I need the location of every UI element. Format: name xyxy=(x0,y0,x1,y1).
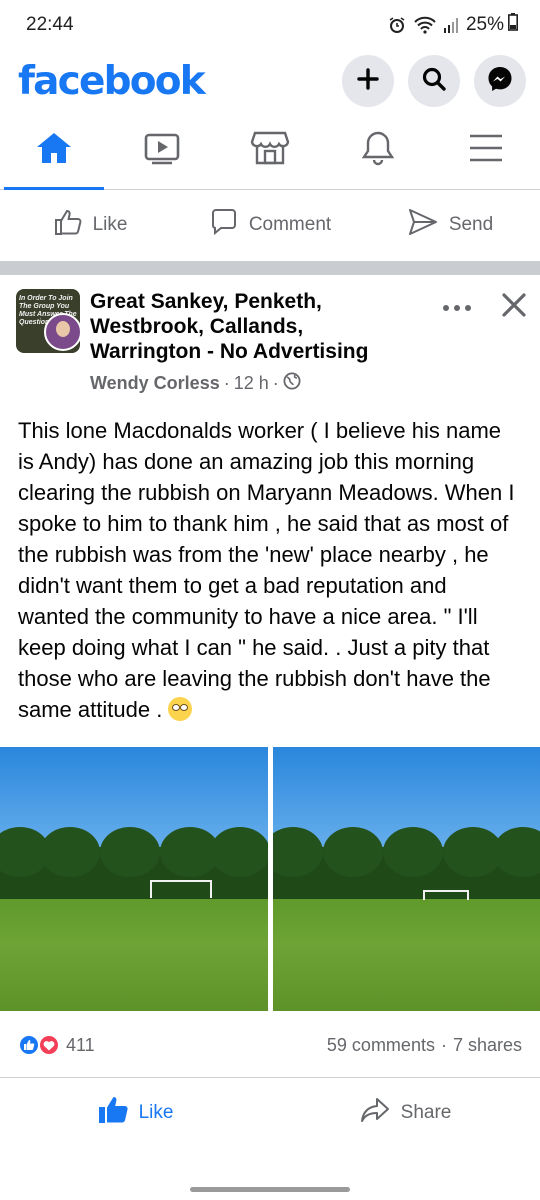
like-reaction-icon xyxy=(18,1034,40,1056)
marketplace-icon xyxy=(250,129,290,172)
tree-line xyxy=(0,827,268,907)
group-avatar[interactable]: In Order To Join The Group You Must Answ… xyxy=(16,289,80,353)
share-icon xyxy=(359,1096,391,1130)
globe-icon xyxy=(283,372,301,395)
thumbs-up-icon xyxy=(53,207,83,243)
messenger-button[interactable] xyxy=(474,55,526,107)
post-time[interactable]: 12 h xyxy=(234,373,269,394)
search-icon xyxy=(421,66,447,97)
app-header: facebook xyxy=(0,50,540,112)
rolling-eyes-emoji-icon xyxy=(168,697,193,721)
love-reaction-icon xyxy=(38,1034,60,1056)
send-icon xyxy=(407,207,439,243)
close-icon[interactable] xyxy=(502,293,526,322)
post-photo[interactable] xyxy=(0,747,268,1011)
author-name[interactable]: Wendy Corless xyxy=(90,373,220,394)
add-icon xyxy=(356,67,380,96)
prev-send-button[interactable]: Send xyxy=(360,207,540,243)
facebook-logo[interactable]: facebook xyxy=(18,59,342,104)
meta-separator: · xyxy=(223,373,230,393)
menu-icon xyxy=(468,133,504,168)
like-label: Like xyxy=(138,1101,174,1123)
watch-icon xyxy=(142,130,182,171)
home-indicator[interactable] xyxy=(190,1187,350,1192)
share-label: Share xyxy=(400,1101,452,1123)
tree-line xyxy=(272,827,540,907)
share-count[interactable]: 7 shares xyxy=(453,1035,522,1056)
nav-tabs xyxy=(0,112,540,190)
prev-comment-button[interactable]: Comment xyxy=(180,207,360,243)
post-card: In Order To Join The Group You Must Answ… xyxy=(0,275,540,1147)
meta-separator: · xyxy=(272,373,279,393)
wifi-icon xyxy=(414,16,436,34)
home-icon xyxy=(34,130,74,171)
prev-like-button[interactable]: Like xyxy=(0,207,180,243)
comment-icon xyxy=(209,207,239,243)
messenger-icon xyxy=(486,65,514,98)
avatar-photo xyxy=(44,313,80,351)
battery-level: 25% xyxy=(465,14,504,35)
share-button[interactable]: Share xyxy=(270,1096,540,1130)
group-name[interactable]: Great Sankey, Penketh, Westbrook, Callan… xyxy=(90,289,410,364)
tab-menu[interactable] xyxy=(432,112,540,189)
post-body: This lone Macdonalds worker ( I believe … xyxy=(18,418,515,722)
search-button[interactable] xyxy=(408,55,460,107)
grass-field xyxy=(0,899,268,1011)
like-button[interactable]: Like xyxy=(0,1095,270,1131)
tab-notifications[interactable] xyxy=(324,112,432,189)
previous-post-actions: Like Comment Send xyxy=(0,190,540,260)
signal-icon xyxy=(443,17,458,33)
active-tab-indicator xyxy=(4,187,104,190)
feed-divider xyxy=(0,261,540,275)
status-time: 22:44 xyxy=(26,14,74,35)
reaction-count: 411 xyxy=(66,1034,95,1055)
battery-icon xyxy=(508,13,518,37)
alarm-icon xyxy=(388,16,406,34)
reactions-summary[interactable]: 411 xyxy=(18,1034,327,1056)
thumbs-up-filled-icon xyxy=(97,1095,129,1131)
status-bar: 22:44 25% xyxy=(0,0,540,50)
goal-post xyxy=(150,880,212,898)
comment-count[interactable]: 59 comments xyxy=(327,1035,435,1056)
prev-like-label: Like xyxy=(92,214,128,235)
tab-watch[interactable] xyxy=(108,112,216,189)
grass-field xyxy=(272,899,540,1011)
notifications-icon xyxy=(358,129,398,172)
more-options-icon[interactable] xyxy=(442,299,472,317)
create-button[interactable] xyxy=(342,55,394,107)
stats-separator: · xyxy=(440,1034,447,1055)
post-photo[interactable] xyxy=(272,747,540,1011)
prev-comment-label: Comment xyxy=(248,214,332,235)
goal-post xyxy=(422,890,469,900)
tab-home[interactable] xyxy=(0,112,108,189)
prev-send-label: Send xyxy=(448,214,494,235)
tab-marketplace[interactable] xyxy=(216,112,324,189)
